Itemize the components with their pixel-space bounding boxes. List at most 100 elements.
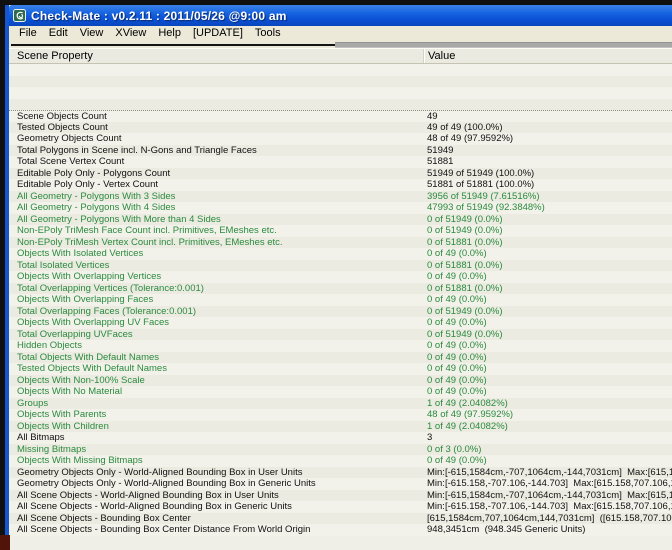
table-row[interactable]: Objects With Overlapping Vertices0 of 49…	[9, 271, 672, 283]
value-cell: 51949 of 51949 (100.0%)	[423, 168, 672, 180]
value-cell: 0 of 3 (0.0%)	[423, 444, 672, 456]
table-row[interactable]: Tested Objects With Default Names0 of 49…	[9, 363, 672, 375]
property-cell: All Geometry - Polygons With More than 4…	[9, 214, 423, 226]
value-cell: 0 of 49 (0.0%)	[423, 455, 672, 467]
value-cell: 0 of 51949 (0.0%)	[423, 225, 672, 237]
menu-item-xview[interactable]: XView	[109, 26, 152, 41]
value-cell: 0 of 49 (0.0%)	[423, 248, 672, 260]
table-row[interactable]: Total Scene Vertex Count51881	[9, 156, 672, 168]
table-row[interactable]: Objects With Parents48 of 49 (97.9592%)	[9, 409, 672, 421]
table-row[interactable]: Missing Bitmaps0 of 3 (0.0%)	[9, 444, 672, 456]
table-row[interactable]: Non-EPoly TriMesh Vertex Count incl. Pri…	[9, 237, 672, 249]
property-cell: Total Overlapping Faces (Tolerance:0.001…	[9, 306, 423, 318]
property-cell: Missing Bitmaps	[9, 444, 423, 456]
menu-item-view[interactable]: View	[74, 26, 110, 41]
table-row[interactable]: Geometry Objects Only - World-Aligned Bo…	[9, 467, 672, 479]
table-row[interactable]: Objects With Overlapping UV Faces0 of 49…	[9, 317, 672, 329]
property-cell: Total Polygons in Scene incl. N-Gons and…	[9, 145, 423, 157]
window-title: Check-Mate : v0.2.11 : 2011/05/26 @9:00 …	[31, 9, 287, 23]
progress-strip	[9, 41, 672, 48]
title-bar[interactable]: Check-Mate : v0.2.11 : 2011/05/26 @9:00 …	[9, 5, 672, 26]
property-cell: Objects With Children	[9, 421, 423, 433]
property-cell	[9, 99, 423, 111]
property-cell: Scene Objects Count	[9, 111, 423, 122]
table-row-empty	[9, 99, 672, 111]
value-cell: 0 of 51949 (0.0%)	[423, 214, 672, 226]
property-cell: Objects With Overlapping UV Faces	[9, 317, 423, 329]
property-cell	[9, 76, 423, 88]
property-cell: Geometry Objects Count	[9, 133, 423, 145]
menu-item-update[interactable]: [UPDATE]	[187, 26, 249, 41]
table-row[interactable]: Groups1 of 49 (2.04082%)	[9, 398, 672, 410]
value-cell: 948,3451cm (948.345 Generic Units)	[423, 524, 672, 536]
property-cell: Total Overlapping Vertices (Tolerance:0.…	[9, 283, 423, 295]
value-cell	[423, 76, 672, 88]
table-row[interactable]: Objects With Non-100% Scale0 of 49 (0.0%…	[9, 375, 672, 387]
table-row[interactable]: Geometry Objects Count48 of 49 (97.9592%…	[9, 133, 672, 145]
value-cell: 48 of 49 (97.9592%)	[423, 409, 672, 421]
column-header-row: Scene Property Value	[9, 48, 672, 64]
column-header-scene-property[interactable]: Scene Property	[9, 49, 423, 63]
table-row[interactable]: All Geometry - Polygons With 3 Sides3956…	[9, 191, 672, 203]
table-row[interactable]: Geometry Objects Only - World-Aligned Bo…	[9, 478, 672, 490]
table-row[interactable]: All Scene Objects - Bounding Box Center[…	[9, 513, 672, 525]
value-cell: 0 of 51949 (0.0%)	[423, 329, 672, 341]
property-cell	[9, 64, 423, 76]
table-row[interactable]: Objects With Overlapping Faces0 of 49 (0…	[9, 294, 672, 306]
table-row[interactable]: All Bitmaps3	[9, 432, 672, 444]
table-row[interactable]: Tested Objects Count49 of 49 (100.0%)	[9, 122, 672, 134]
table-row[interactable]: Total Overlapping Vertices (Tolerance:0.…	[9, 283, 672, 295]
property-cell: Objects With Non-100% Scale	[9, 375, 423, 387]
property-cell: Total Objects With Default Names	[9, 352, 423, 364]
table-row[interactable]: Objects With Isolated Vertices0 of 49 (0…	[9, 248, 672, 260]
menu-item-help[interactable]: Help	[152, 26, 187, 41]
table-row[interactable]: All Geometry - Polygons With 4 Sides4799…	[9, 202, 672, 214]
value-cell: 3956 of 51949 (7.61516%)	[423, 191, 672, 203]
table-row[interactable]: Total Objects With Default Names0 of 49 …	[9, 352, 672, 364]
table-row[interactable]: Editable Poly Only - Vertex Count51881 o…	[9, 179, 672, 191]
property-cell: Objects With Missing Bitmaps	[9, 455, 423, 467]
value-cell: 0 of 49 (0.0%)	[423, 317, 672, 329]
value-cell: 0 of 51881 (0.0%)	[423, 260, 672, 272]
property-cell: Editable Poly Only - Vertex Count	[9, 179, 423, 191]
table-row[interactable]: Scene Objects Count49	[9, 110, 672, 122]
desktop-fragment	[0, 535, 10, 550]
column-header-value[interactable]: Value	[423, 49, 672, 63]
menu-item-file[interactable]: File	[13, 26, 43, 41]
property-cell: All Scene Objects - World-Aligned Boundi…	[9, 501, 423, 513]
value-cell: 48 of 49 (97.9592%)	[423, 133, 672, 145]
table-row[interactable]: Total Overlapping UVFaces0 of 51949 (0.0…	[9, 329, 672, 341]
property-cell: Groups	[9, 398, 423, 410]
property-cell: All Geometry - Polygons With 3 Sides	[9, 191, 423, 203]
value-cell: 0 of 49 (0.0%)	[423, 340, 672, 352]
property-cell: All Scene Objects - World-Aligned Boundi…	[9, 490, 423, 502]
table-row[interactable]: Total Isolated Vertices0 of 51881 (0.0%)	[9, 260, 672, 272]
value-cell: 0 of 51881 (0.0%)	[423, 283, 672, 295]
table-row[interactable]: Objects With No Material0 of 49 (0.0%)	[9, 386, 672, 398]
table-row[interactable]: Non-EPoly TriMesh Face Count incl. Primi…	[9, 225, 672, 237]
table-row[interactable]: Objects With Children1 of 49 (2.04082%)	[9, 421, 672, 433]
value-cell: 3	[423, 432, 672, 444]
progress-fill-bar	[11, 44, 335, 46]
table-row[interactable]: Total Polygons in Scene incl. N-Gons and…	[9, 145, 672, 157]
value-cell: Min:[-615,1584cm,-707,1064cm,-144,7031cm…	[423, 467, 672, 479]
table-row-empty	[9, 64, 672, 76]
table-row[interactable]: Hidden Objects0 of 49 (0.0%)	[9, 340, 672, 352]
table-row[interactable]: Total Overlapping Faces (Tolerance:0.001…	[9, 306, 672, 318]
menu-item-tools[interactable]: Tools	[249, 26, 287, 41]
table-row-empty	[9, 87, 672, 99]
table-row[interactable]: All Scene Objects - World-Aligned Boundi…	[9, 490, 672, 502]
value-cell: 0 of 51949 (0.0%)	[423, 306, 672, 318]
table-row[interactable]: Objects With Missing Bitmaps0 of 49 (0.0…	[9, 455, 672, 467]
property-cell: All Scene Objects - Bounding Box Center	[9, 513, 423, 525]
value-cell: 0 of 49 (0.0%)	[423, 294, 672, 306]
table-row[interactable]: All Geometry - Polygons With More than 4…	[9, 214, 672, 226]
property-cell: Hidden Objects	[9, 340, 423, 352]
menu-item-edit[interactable]: Edit	[43, 26, 74, 41]
table-row[interactable]: Editable Poly Only - Polygons Count51949…	[9, 168, 672, 180]
table-row[interactable]: All Scene Objects - Bounding Box Center …	[9, 524, 672, 536]
table-row[interactable]: All Scene Objects - World-Aligned Boundi…	[9, 501, 672, 513]
property-cell: Non-EPoly TriMesh Face Count incl. Primi…	[9, 225, 423, 237]
property-cell: Objects With Isolated Vertices	[9, 248, 423, 260]
value-cell: 49	[423, 111, 672, 122]
